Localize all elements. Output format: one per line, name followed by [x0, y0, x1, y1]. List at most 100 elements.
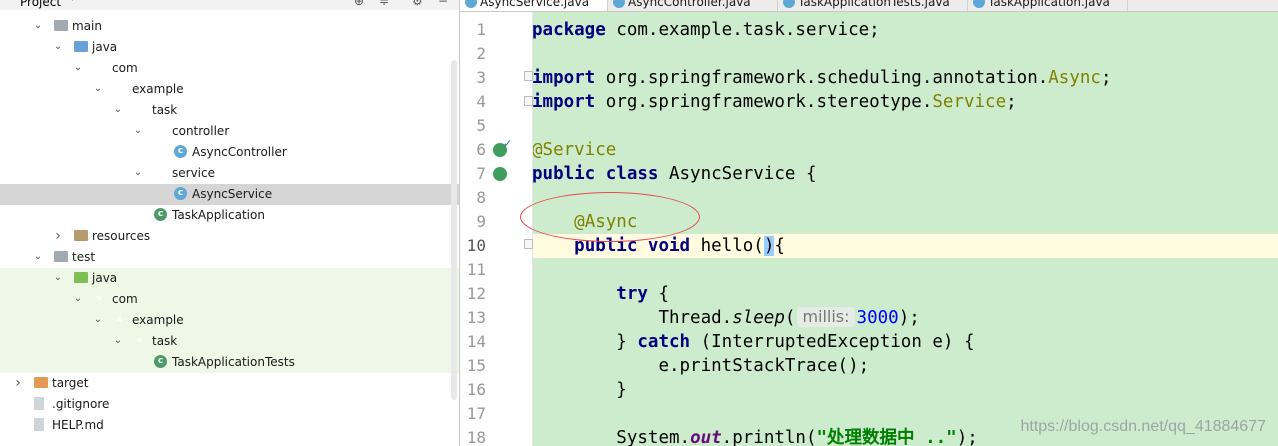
- chevron-right-icon[interactable]: ›: [52, 228, 64, 244]
- tree-item-label: controller: [172, 124, 230, 138]
- editor-tab[interactable]: AsyncController.java: [608, 0, 778, 11]
- chevron-down-icon[interactable]: ⌄: [92, 312, 104, 328]
- chevron-down-icon[interactable]: ⌄: [32, 18, 44, 34]
- fold-marker-icon[interactable]: [524, 96, 533, 106]
- code-line-9: @Async: [532, 210, 1278, 234]
- keyword: public void: [574, 236, 691, 256]
- tree-item-com[interactable]: ⌄ com: [0, 58, 459, 79]
- code-line-4: import org.springframework.stereotype.Se…: [532, 90, 1278, 114]
- editor-tab[interactable]: TaskApplication.java: [968, 0, 1128, 11]
- chevron-down-icon[interactable]: ⌄: [112, 102, 124, 118]
- chevron-down-icon[interactable]: ⌄: [132, 165, 144, 181]
- chevron-down-icon[interactable]: ⌄: [72, 291, 84, 307]
- fold-marker-icon[interactable]: [524, 239, 533, 249]
- line-number: 9: [476, 212, 486, 231]
- line-number: 3: [476, 68, 486, 87]
- chevron-down-icon[interactable]: ⌄: [32, 249, 44, 265]
- tree-item-resources[interactable]: › resources: [0, 226, 459, 247]
- code-text: Thread.: [658, 308, 733, 328]
- code-line-12: try {: [532, 282, 1278, 306]
- folder-icon: [54, 20, 68, 31]
- tree-item-java[interactable]: ⌄ java: [0, 37, 459, 58]
- class-icon: [783, 0, 795, 8]
- spring-boot-class-icon: c: [154, 208, 167, 221]
- string-literal: "处理数据中 ..": [816, 428, 957, 446]
- line-number-gutter[interactable]: 1 2 3 4 5 6 7 8 9 10 11 12 13 14 15 16 17 18: [460, 12, 532, 446]
- editor-tab-label: TaskApplication.java: [988, 0, 1110, 9]
- code-text: );: [898, 308, 920, 328]
- code-line-1: package com.example.task.service;: [532, 18, 1278, 42]
- project-pane-title[interactable]: Project: [20, 0, 61, 9]
- tree-item-service[interactable]: ⌄ service: [0, 163, 459, 184]
- line-number: 5: [476, 116, 486, 135]
- chevron-down-icon[interactable]: ▾: [70, 0, 75, 4]
- chevron-right-icon[interactable]: ›: [12, 375, 24, 391]
- tree-item-main[interactable]: ⌄ main: [0, 16, 459, 37]
- code-text: AsyncService {: [658, 164, 817, 184]
- line-number: 12: [466, 284, 486, 303]
- line-number: 11: [466, 260, 486, 279]
- chevron-down-icon[interactable]: ⌄: [92, 81, 104, 97]
- tree-scrollbar[interactable]: [451, 60, 457, 400]
- code-line-16: }: [532, 378, 1278, 402]
- project-tree[interactable]: ⌄src⌄main⌄java⌄com⌄example⌄task⌄controll…: [0, 0, 459, 446]
- line-number: 6: [476, 140, 486, 159]
- annotation: @Async: [574, 212, 638, 232]
- editor-tab[interactable]: AsyncService.java: [460, 0, 608, 11]
- code-line-14: } catch (InterruptedException e) {: [532, 330, 1278, 354]
- tree-item-example[interactable]: ⌄ example: [0, 310, 459, 331]
- code-text: org.springframework.scheduling.annotatio…: [595, 68, 1049, 88]
- chevron-down-icon[interactable]: ⌄: [112, 333, 124, 349]
- tree-item-asynccontroller[interactable]: c AsyncController: [0, 142, 459, 163]
- tree-item-label: TaskApplicationTests: [172, 355, 295, 369]
- code-text: com.example.task.service;: [605, 20, 880, 40]
- hide-icon[interactable]: −: [438, 0, 448, 8]
- chevron-down-icon[interactable]: ⌄: [72, 60, 84, 76]
- collapse-all-icon[interactable]: ≑: [379, 0, 389, 8]
- code-text: );: [956, 428, 978, 446]
- code-editor: package com.example.task.service; import…: [460, 0, 1278, 446]
- keyword: import: [532, 68, 596, 88]
- tree-item-task[interactable]: ⌄ task: [0, 100, 459, 121]
- chevron-down-icon[interactable]: ⌄: [132, 123, 144, 139]
- editor-tab[interactable]: TaskApplicationTests.java: [778, 0, 968, 11]
- code-area[interactable]: package com.example.task.service; import…: [532, 0, 1278, 446]
- tree-item-taskapplicationtests[interactable]: c TaskApplicationTests: [0, 352, 459, 373]
- code-text: hello(: [690, 236, 764, 256]
- tree-item-controller[interactable]: ⌄ controller: [0, 121, 459, 142]
- line-number: 10: [466, 236, 486, 255]
- tree-item-taskapplication[interactable]: c TaskApplication: [0, 205, 459, 226]
- gear-icon[interactable]: ⚙: [412, 0, 423, 8]
- tree-item-example[interactable]: ⌄ example: [0, 79, 459, 100]
- chevron-down-icon[interactable]: ⌄: [52, 270, 64, 286]
- file-icon: [34, 418, 44, 431]
- tree-item-task[interactable]: ⌄ task: [0, 331, 459, 352]
- watermark: https://blog.csdn.net/qq_41884677: [1020, 418, 1266, 435]
- code-text: ;: [1006, 92, 1017, 112]
- paren-highlight: ): [763, 236, 775, 256]
- spring-bean-class-icon[interactable]: [493, 167, 507, 181]
- editor-tab-label: TaskApplicationTests.java: [798, 0, 950, 9]
- annotation: @Service: [532, 140, 617, 160]
- line-number: 15: [466, 356, 486, 375]
- tree-item-asyncservice[interactable]: c AsyncService: [0, 184, 459, 205]
- class-icon: [613, 0, 625, 8]
- code-text: (InterruptedException e) {: [690, 332, 975, 352]
- code-line-15: e.printStackTrace();: [532, 354, 1278, 378]
- keyword: try: [616, 284, 648, 304]
- number-literal: 3000: [856, 308, 899, 328]
- tree-item-test[interactable]: ⌄ test: [0, 247, 459, 268]
- tree-item-label: HELP.md: [52, 418, 104, 432]
- tree-item--gitignore[interactable]: .gitignore: [0, 394, 459, 415]
- fold-marker-icon[interactable]: [524, 71, 533, 81]
- chevron-down-icon[interactable]: ⌄: [52, 39, 64, 55]
- locate-icon[interactable]: ⊕: [354, 0, 364, 8]
- code-text: {: [647, 284, 669, 304]
- tree-item-com[interactable]: ⌄ com: [0, 289, 459, 310]
- tree-item-target[interactable]: › target: [0, 373, 459, 394]
- tree-item-help-md[interactable]: HELP.md: [0, 415, 459, 436]
- resources-folder-icon: [74, 230, 88, 241]
- tree-item-java[interactable]: ⌄ java: [0, 268, 459, 289]
- folder-icon: [54, 251, 68, 262]
- line-number: 8: [476, 188, 486, 207]
